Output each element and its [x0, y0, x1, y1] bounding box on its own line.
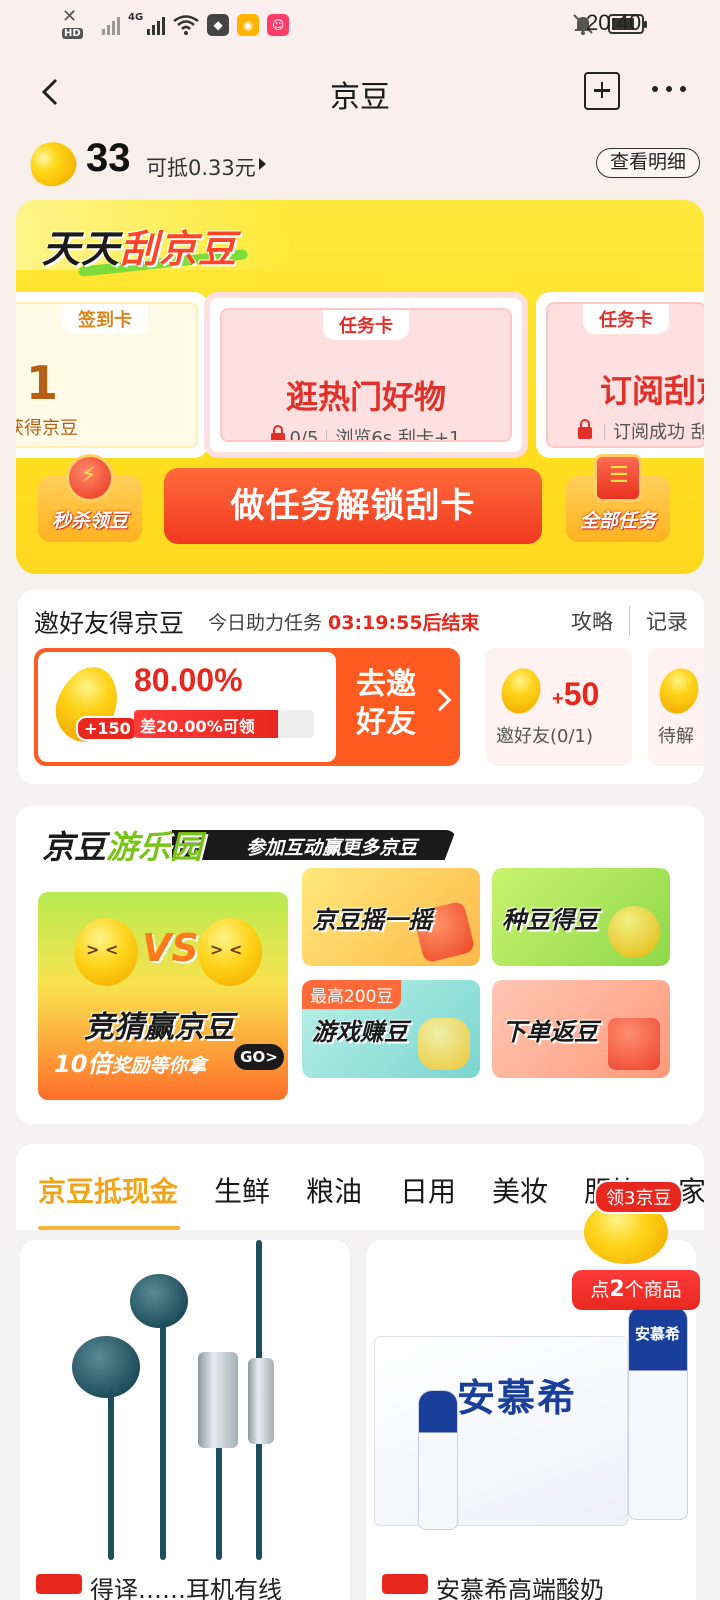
- flash-sale-beans-button[interactable]: 秒杀领豆: [38, 454, 142, 542]
- angry-bean-icon: [198, 918, 262, 986]
- scratch-card-panel: 天天刮京豆 签到卡 1 获得京豆 任务卡 逛热门好物 0/5浏览6s 刮卡+1: [16, 200, 704, 574]
- scratch-cards: 签到卡 1 获得京豆 任务卡 逛热门好物 0/5浏览6s 刮卡+1 任务卡 订阅…: [16, 292, 704, 462]
- max-beans-ribbon: 最高200豆: [302, 980, 402, 1009]
- do-task-unlock-button[interactable]: 做任务解锁刮卡: [164, 468, 542, 544]
- view-detail-button[interactable]: 查看明细: [596, 148, 700, 178]
- product-card[interactable]: 得译……耳机有线: [20, 1240, 350, 1600]
- step-label: 邀好友(0/1): [496, 726, 594, 747]
- tile-subtitle: 10倍奖励等你拿: [54, 1050, 207, 1078]
- status-icons-left: ✕ HD 4G ◆ ◉ ☺: [60, 6, 290, 44]
- vs-label: VS: [142, 926, 199, 970]
- lock-icon: [271, 425, 286, 440]
- guess-win-beans-tile[interactable]: VS 竞猜赢京豆 10倍奖励等你拿 GO>: [38, 892, 288, 1100]
- browse-products-promo[interactable]: 领3京豆 点2个商品: [572, 1180, 704, 1310]
- bean-plant-icon: [608, 906, 660, 958]
- jd-bean-icon: [495, 663, 547, 719]
- promo-button[interactable]: 点2个商品: [572, 1270, 700, 1310]
- tab-beauty[interactable]: 美妆: [492, 1170, 548, 1210]
- playground-title: 京豆游乐园: [42, 828, 203, 866]
- wifi-icon: [173, 15, 199, 35]
- no-sim-icon: ✕ HD: [62, 6, 83, 39]
- cartoon-app-icon: ☺: [267, 14, 290, 36]
- tile-title: 种豆得豆: [502, 906, 598, 934]
- scratch-title: 天天刮京豆: [42, 227, 238, 271]
- tile-title: 下单返豆: [502, 1018, 598, 1046]
- tile-title: 竞猜赢京豆: [84, 1010, 234, 1045]
- alarm-clock-icon: [66, 454, 114, 502]
- shopping-bag-icon: [608, 1018, 660, 1070]
- bean-playground-panel: 京豆游乐园 参加互动赢更多京豆 VS 竞猜赢京豆 10倍奖励等你拿 GO> 京豆…: [16, 806, 704, 1124]
- card-title: 订阅刮京: [600, 372, 704, 410]
- jd-bean-icon: [23, 135, 83, 193]
- bean-count: 33: [86, 136, 131, 180]
- angry-bean-icon: [74, 918, 138, 986]
- bean-summary: 33 可抵0.33元 查看明细: [23, 135, 700, 193]
- bonus-badge: +150: [76, 716, 139, 741]
- invite-progress-card[interactable]: +150 80.00% 差20.00%可领 去邀好友: [34, 648, 460, 766]
- tab-daily[interactable]: 日用: [400, 1170, 456, 1210]
- guide-link[interactable]: 攻略: [555, 606, 629, 636]
- tile-title: 京豆摇一摇: [312, 906, 432, 934]
- clock: 20:40: [586, 10, 642, 35]
- bean-shake-tile[interactable]: 京豆摇一摇: [302, 868, 480, 966]
- invite-step-1[interactable]: +50 邀好友(0/1): [486, 648, 632, 766]
- card-tag: 任务卡: [583, 304, 669, 334]
- lock-icon: [578, 419, 592, 439]
- step-reward: +50: [552, 676, 600, 712]
- invite-links: 攻略 记录: [555, 606, 704, 636]
- signal-icon-1: [102, 15, 120, 35]
- invite-step-2[interactable]: 待解: [648, 648, 704, 766]
- plant-beans-tile[interactable]: 种豆得豆: [492, 868, 670, 966]
- card-title: 逛热门好物: [285, 378, 446, 416]
- checkin-card[interactable]: 签到卡 1 获得京豆: [16, 292, 208, 458]
- tab-grain-oil[interactable]: 粮油: [306, 1170, 362, 1210]
- go-invite-button[interactable]: 去邀好友: [356, 666, 426, 742]
- jd-bean-icon: [653, 663, 704, 719]
- bean-value-link[interactable]: 可抵0.33元: [146, 152, 266, 182]
- top-nav: 京豆: [0, 60, 720, 124]
- bag-app-icon: ◆: [207, 14, 230, 36]
- chevron-right-icon: [428, 688, 452, 712]
- status-bar: ✕ HD 4G ◆ ◉ ☺ 20:40: [0, 0, 720, 48]
- task-card-subscribe[interactable]: 任务卡 订阅刮京 订阅成功 刮: [536, 292, 704, 458]
- card-desc: 0/5 浏览6s 刮卡+1: [222, 424, 510, 440]
- task-card-hot-goods[interactable]: 任务卡 逛热门好物 0/5 浏览6s 刮卡+1: [204, 292, 528, 458]
- game-earn-beans-tile[interactable]: 最高200豆 游戏赚豆: [302, 980, 480, 1078]
- gamepad-icon: [418, 1018, 470, 1070]
- tab-bean-cash[interactable]: 京豆抵现金: [38, 1170, 178, 1210]
- tile-title: 游戏赚豆: [312, 1018, 408, 1046]
- invite-task-countdown: 今日助力任务 03:19:55后结束: [208, 612, 480, 634]
- card-tag: 签到卡: [62, 304, 148, 334]
- weibo-icon: ◉: [237, 14, 260, 36]
- more-icon[interactable]: [652, 86, 686, 92]
- product-title: 得译……耳机有线: [36, 1570, 282, 1600]
- earphone-image: [20, 1240, 350, 1560]
- step-label: 待解: [658, 726, 694, 747]
- card-label: 获得京豆: [16, 418, 78, 439]
- card-desc: 订阅成功 刮: [578, 418, 704, 444]
- gap-label: 差20.00%可领: [140, 717, 255, 736]
- invite-title: 邀好友得京豆: [34, 609, 185, 638]
- add-to-desktop-icon[interactable]: [584, 72, 620, 110]
- card-number: 1: [26, 356, 59, 410]
- record-link[interactable]: 记录: [629, 606, 704, 636]
- promo-tag: 领3京豆: [594, 1180, 684, 1214]
- playground-subtitle: 参加互动赢更多京豆: [246, 837, 418, 859]
- progress-bar: 差20.00%可领: [134, 710, 314, 738]
- invite-friends-panel: 邀好友得京豆 今日助力任务 03:19:55后结束 攻略 记录 +150 80.0…: [18, 590, 704, 784]
- all-tasks-button[interactable]: 全部任务: [566, 454, 670, 542]
- scratch-actions: 秒杀领豆 做任务解锁刮卡 全部任务: [16, 454, 704, 554]
- network-type: 4G: [128, 12, 144, 23]
- tab-fresh[interactable]: 生鲜: [214, 1170, 270, 1210]
- card-tag: 任务卡: [323, 310, 409, 340]
- go-button[interactable]: GO>: [234, 1044, 284, 1070]
- playground-header: 京豆游乐园 参加互动赢更多京豆: [32, 820, 456, 868]
- product-title: 安慕希高端酸奶: [382, 1570, 604, 1600]
- progress-percent: 80.00%: [134, 662, 243, 698]
- active-tab-indicator: [38, 1226, 180, 1230]
- signal-icon-2: [147, 15, 166, 35]
- task-list-icon: [594, 454, 642, 502]
- order-rebate-tile[interactable]: 下单返豆: [492, 980, 670, 1078]
